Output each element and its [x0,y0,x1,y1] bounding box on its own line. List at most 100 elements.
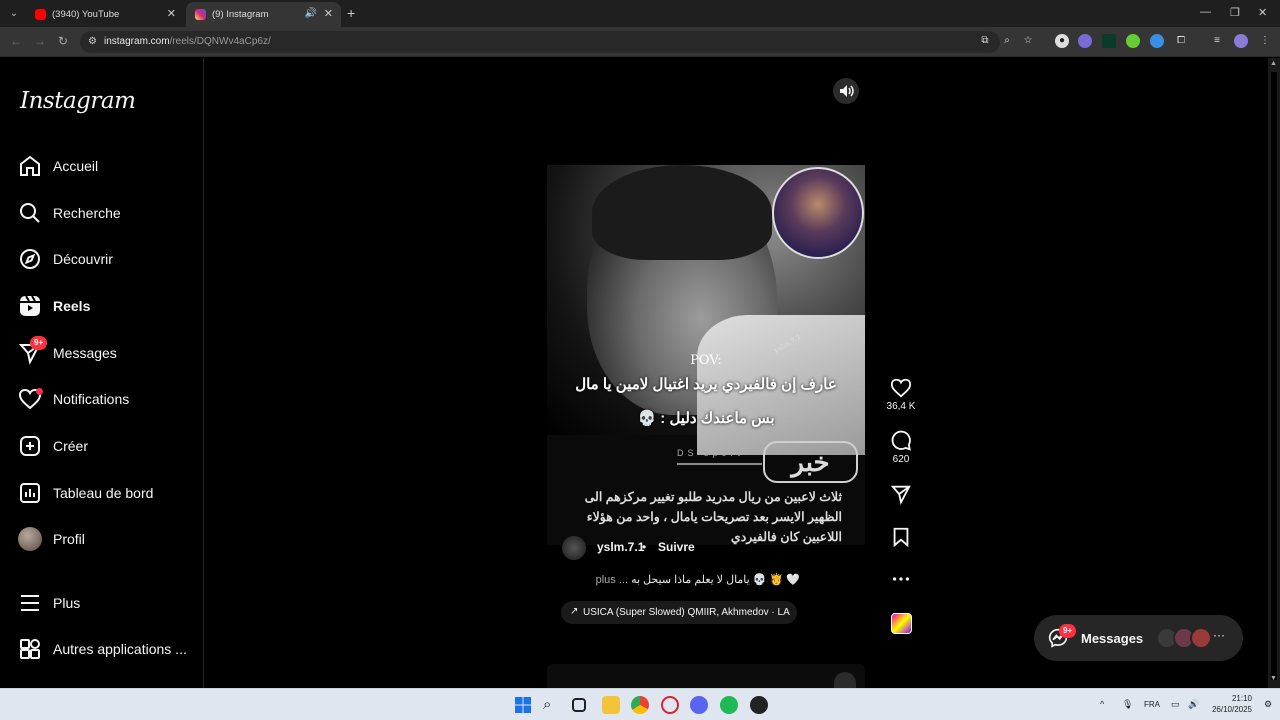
page-scrollbar[interactable]: ▲ ▼ [1268,58,1280,688]
windows-start-icon[interactable] [514,696,532,714]
tab-close-icon[interactable]: ✕ [167,7,176,20]
bookmark-icon [893,527,909,548]
windows-taskbar: ⌕ ^ 🎙 FRA ▭ 🔊 21:10 26/10/2025 ⚙ [0,688,1280,720]
chrome-icon[interactable] [631,696,649,714]
audio-track-text: USICA (Super Slowed) QMIIR, Akhmedov · L… [583,607,790,618]
tab-youtube[interactable]: (3940) YouTube ✕ [26,2,184,27]
sidebar-item-explore[interactable]: Découvrir [18,240,193,278]
microphone-icon[interactable]: 🎙 [1122,699,1133,710]
volume-icon[interactable]: 🔊 [1188,699,1199,710]
comment-button[interactable]: 620 [885,430,917,465]
messages-widget-label: Messages [1081,631,1144,646]
install-app-icon[interactable]: ⧉ [978,34,992,48]
bookmark-star-icon[interactable]: ☆ [1021,34,1035,48]
back-icon[interactable]: ← [10,34,22,48]
steam-icon[interactable] [750,696,768,714]
author-username[interactable]: yslm.7.1 [597,540,644,554]
forward-icon[interactable]: → [34,34,46,48]
close-window-icon[interactable]: ✕ [1258,6,1267,19]
sidebar-item-more[interactable]: Plus [18,584,193,622]
reading-list-icon[interactable]: ≡ [1210,34,1224,48]
app-icon[interactable] [661,696,679,714]
sidebar-item-home[interactable]: Accueil [18,147,193,185]
compass-icon [20,249,40,269]
instagram-logo[interactable]: Instagram [20,88,136,114]
minimize-icon[interactable]: — [1200,6,1211,18]
file-explorer-icon[interactable] [602,696,620,714]
video-brand-divider [677,463,762,465]
sidebar-item-messages[interactable]: 9+ Messages [18,334,193,372]
mute-toggle-button[interactable] [833,78,859,104]
sidebar-item-dashboard[interactable]: Tableau de bord [18,474,193,512]
more-options-button[interactable] [885,568,917,590]
comment-count: 620 [892,454,910,465]
reel-caption[interactable]: plus ... يامال لا يعلم ماذا سيحل به 💀 🫅 … [560,573,800,586]
tab-title: (9) Instagram [212,9,269,20]
profile-avatar-icon[interactable] [1234,34,1248,48]
tab-instagram[interactable]: (9) Instagram 🔊 ✕ [186,2,341,27]
task-view-icon[interactable] [572,698,586,712]
scroll-down-icon[interactable]: ▼ [1270,675,1277,682]
caption-more-link[interactable]: plus ... [596,574,628,586]
follow-button[interactable]: Suivre [658,540,695,554]
browser-menu-icon[interactable]: ⋮ [1258,34,1272,48]
share-button[interactable] [885,483,917,505]
url-text[interactable]: instagram.com/reels/DQNWv4aCp6z/ [104,36,271,47]
extension-2-icon[interactable] [1078,34,1092,48]
ellipsis-icon [892,577,910,581]
network-icon[interactable]: ▭ [1171,699,1180,710]
caption-text: يامال لا يعلم ماذا سيحل به 💀 🫅 🤍 [631,574,800,586]
restore-icon[interactable]: ❐ [1230,6,1240,19]
sidebar-item-profile[interactable]: Profil [18,520,193,558]
reels-icon [20,295,40,316]
site-info-icon[interactable]: ⚙ [88,36,97,47]
extension-1-icon[interactable]: ● [1055,34,1069,48]
like-button[interactable]: 36,4 K [885,377,917,412]
clock-time[interactable]: 21:10 [1210,694,1252,703]
extension-5-icon[interactable] [1150,34,1164,48]
spotify-icon[interactable] [720,696,738,714]
messages-widget[interactable]: 9+ Messages ··· [1034,615,1243,661]
sidebar-item-label: Tableau de bord [53,485,154,501]
video-caption-line-1: عارف إن فالفيردي يريد اغتيال لامين يا ما… [575,376,837,393]
tab-audio-icon[interactable]: 🔊 [305,8,317,19]
author-separator: • [642,540,647,554]
zoom-icon[interactable]: ⌕ [1000,34,1014,48]
discord-icon[interactable] [690,696,708,714]
audio-track-pill[interactable]: ↗ USICA (Super Slowed) QMIIR, Akhmedov ·… [561,601,797,624]
taskbar-search-icon[interactable]: ⌕ [543,696,561,714]
address-bar[interactable]: ⚙ instagram.com/reels/DQNWv4aCp6z/ [80,31,1000,53]
notification-dot [36,388,43,395]
extension-3-icon[interactable] [1102,34,1116,48]
next-reel-mute-button[interactable] [834,672,856,688]
tab-search-chevron-icon[interactable]: ⌄ [6,6,22,22]
tray-chevron-icon[interactable]: ^ [1100,699,1104,709]
scrollbar-thumb[interactable] [1271,72,1277,680]
sidebar-item-reels[interactable]: Reels [18,287,193,325]
extensions-puzzle-icon[interactable]: ⧠ [1174,34,1188,48]
sidebar-item-label: Recherche [53,205,121,221]
sidebar-item-label: Profil [53,531,85,547]
reel-video[interactable]: yslm.7.1 POV: عارف إن فالفيردي يريد اغتي… [547,165,865,545]
original-audio-thumbnail[interactable] [891,613,912,634]
messages-widget-badge: 9+ [1059,624,1077,638]
sidebar-item-notifications[interactable]: Notifications [18,380,193,418]
reload-icon[interactable]: ↻ [58,34,68,48]
save-button[interactable] [885,526,917,548]
video-news-text: ثلاث لاعبين من ريال مدريد طلبو تغيير مرك… [584,490,842,544]
sidebar-item-label: Accueil [53,158,99,174]
scroll-up-icon[interactable]: ▲ [1270,60,1277,67]
sidebar-item-other-apps[interactable]: Autres applications ... [18,630,193,668]
clock-date[interactable]: 26/10/2025 [1205,705,1252,714]
notification-bell-icon[interactable]: ⚙ [1264,699,1272,710]
home-icon [20,155,40,176]
sidebar-item-search[interactable]: Recherche [18,194,193,232]
next-reel-preview[interactable] [547,664,865,688]
new-tab-button[interactable]: + [347,5,355,21]
extension-4-icon[interactable] [1126,34,1140,48]
sidebar-item-create[interactable]: Créer [18,427,193,465]
input-language[interactable]: FRA [1144,700,1160,709]
tab-close-icon[interactable]: ✕ [324,7,333,20]
comment-icon [891,430,911,451]
author-avatar[interactable] [562,536,586,560]
